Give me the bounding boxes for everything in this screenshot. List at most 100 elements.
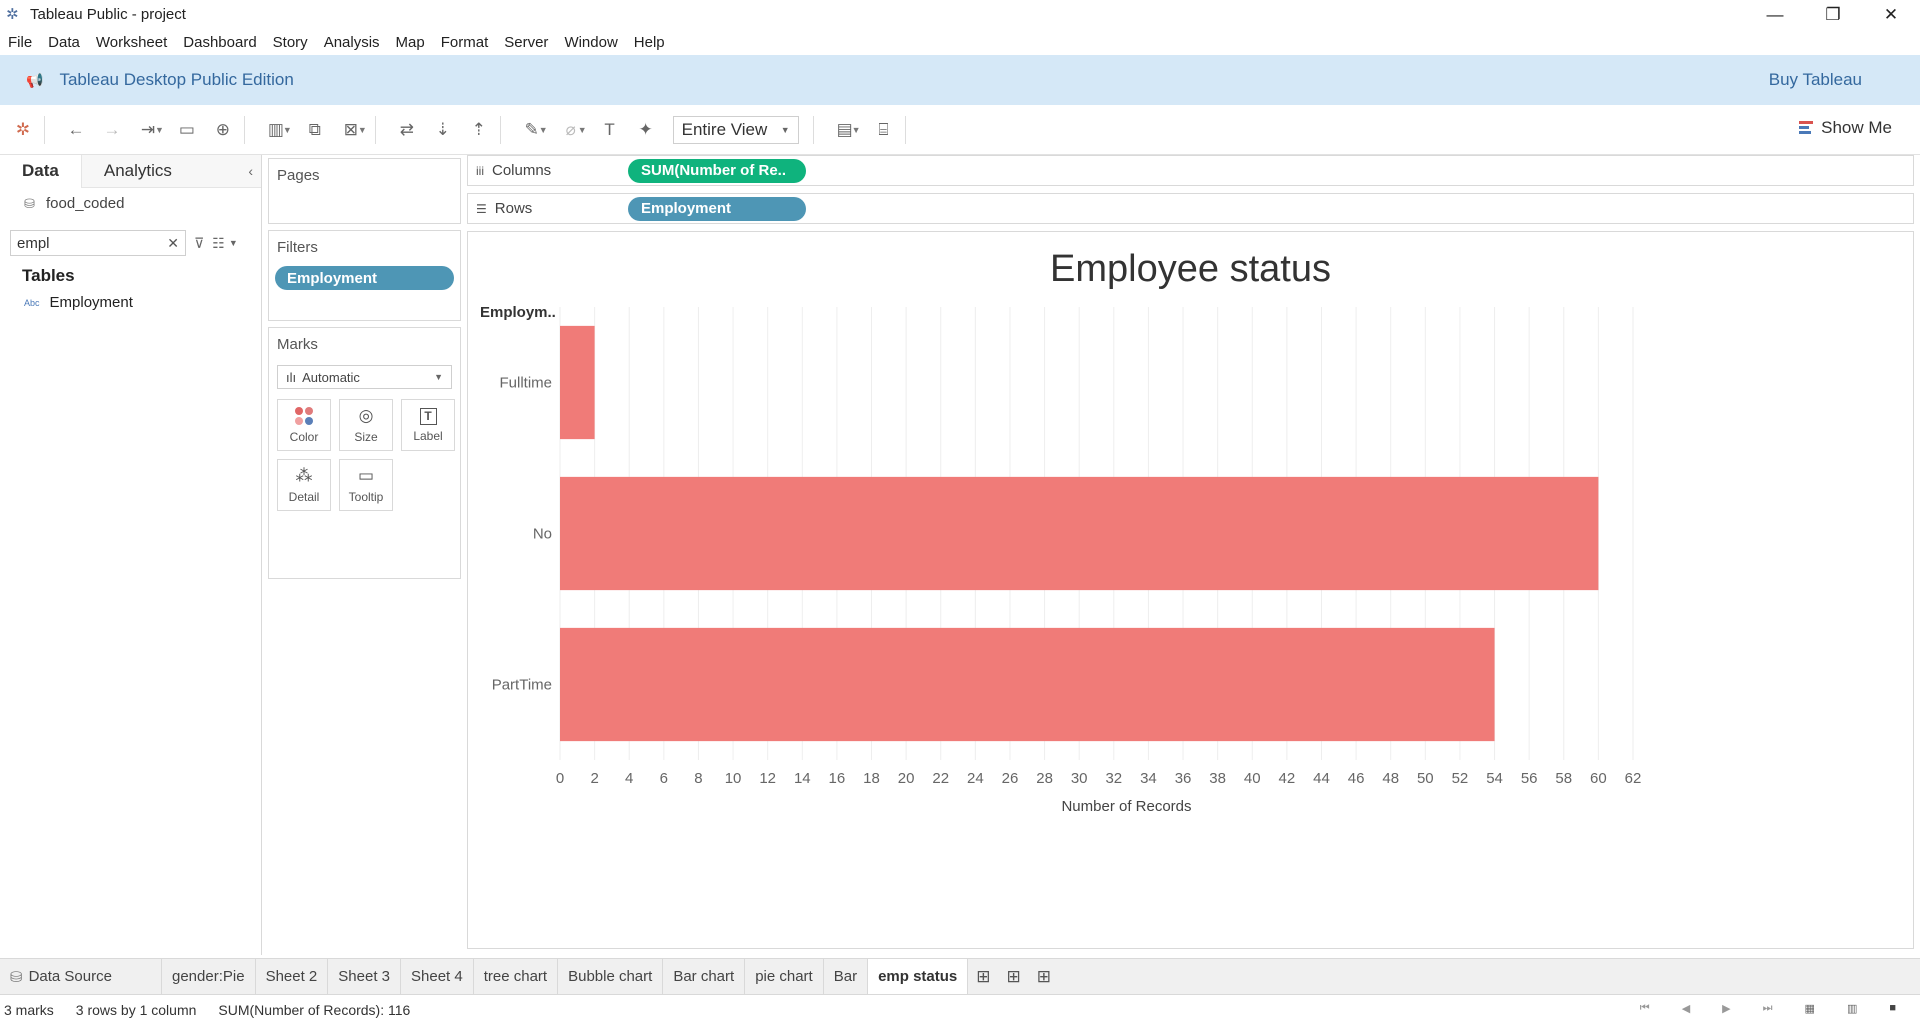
mark-type-dropdown[interactable]: ılı Automatic ▼ — [277, 365, 452, 389]
sheet-tab[interactable]: Bar — [824, 958, 869, 995]
view-fit-dropdown[interactable]: Entire View ▼ — [672, 115, 799, 144]
x-tick-label: 34 — [1140, 770, 1157, 787]
view-options-icon[interactable]: ☷ — [212, 235, 225, 252]
menu-file[interactable]: File — [0, 34, 40, 51]
minimize-button[interactable]: — — [1746, 0, 1804, 29]
status-sum: SUM(Number of Records): 116 — [218, 1001, 411, 1018]
sheet-sorter-icon[interactable]: ▦ — [1805, 1002, 1815, 1015]
x-tick-label: 36 — [1175, 770, 1192, 787]
menu-data[interactable]: Data — [40, 34, 88, 51]
columns-pill-sum-records[interactable]: SUM(Number of Re.. — [628, 158, 806, 183]
sheet-tab[interactable]: Bar chart — [663, 958, 746, 995]
x-tick-label: 46 — [1348, 770, 1365, 787]
clear-search-icon[interactable]: ✕ — [167, 235, 179, 252]
x-tick-label: 8 — [694, 770, 702, 787]
edition-label: Tableau Desktop Public Edition — [59, 70, 294, 89]
label-label: Label — [413, 428, 443, 443]
filter-icon[interactable]: ⊽ — [194, 235, 204, 252]
buy-tableau-link[interactable]: Buy Tableau — [1769, 70, 1862, 90]
edition-banner: 📢 Tableau Desktop Public Edition Buy Tab… — [0, 55, 1920, 105]
chevron-down-icon[interactable]: ▼ — [358, 125, 367, 135]
menu-help[interactable]: Help — [626, 34, 673, 51]
menu-window[interactable]: Window — [556, 34, 625, 51]
next-sheet-icon[interactable]: ▶ — [1722, 1002, 1730, 1015]
filters-card-title: Filters — [277, 239, 318, 256]
fix-axes-icon[interactable]: ✦ — [633, 117, 659, 143]
first-sheet-icon[interactable]: ⏮ — [1640, 1002, 1650, 1015]
chevron-down-icon[interactable]: ▼ — [229, 238, 238, 248]
save-icon[interactable]: ▭ — [174, 117, 200, 143]
tab-data-source[interactable]: ⛁ Data Source — [0, 958, 162, 995]
new-story-tab-icon[interactable]: ⊞ — [1037, 967, 1051, 987]
show-mark-labels-icon[interactable]: T — [597, 117, 623, 143]
detail-button[interactable]: ⁂ Detail — [277, 459, 331, 511]
pages-card-title: Pages — [277, 167, 320, 184]
menu-worksheet[interactable]: Worksheet — [88, 34, 175, 51]
menu-format[interactable]: Format — [433, 34, 497, 51]
sort-descending-icon[interactable]: ⇡ — [466, 117, 492, 143]
duplicate-sheet-icon[interactable]: ⧉ — [302, 117, 328, 143]
field-employment[interactable]: Abc Employment — [0, 294, 261, 311]
columns-shelf[interactable]: iii Columns SUM(Number of Re.. — [467, 155, 1914, 186]
menu-story[interactable]: Story — [265, 34, 316, 51]
sheet-tab[interactable]: Sheet 3 — [328, 958, 401, 995]
label-button[interactable]: T Label — [401, 399, 455, 451]
chevron-down-icon[interactable]: ▼ — [155, 125, 164, 135]
detail-label: Detail — [288, 490, 320, 504]
chevron-down-icon[interactable]: ▼ — [283, 125, 292, 135]
show-me-button[interactable]: Show Me — [1799, 118, 1892, 138]
menu-analysis[interactable]: Analysis — [316, 34, 388, 51]
datasource-item[interactable]: ⛁ food_coded — [0, 188, 261, 218]
tableau-start-icon[interactable]: ✲ — [10, 117, 36, 143]
rows-shelf[interactable]: ☰ Rows Employment — [467, 193, 1914, 224]
new-worksheet-tab-icon[interactable]: ⊞ — [976, 967, 990, 987]
filmstrip-icon[interactable]: ▥ — [1847, 1002, 1857, 1015]
tab-data[interactable]: Data — [0, 154, 82, 188]
chevron-down-icon[interactable]: ▼ — [539, 125, 548, 135]
category-label: Fulltime — [499, 375, 552, 392]
menu-map[interactable]: Map — [388, 34, 433, 51]
swap-rows-columns-icon[interactable]: ⇄ — [394, 117, 420, 143]
sheet-tab[interactable]: Bubble chart — [558, 958, 664, 995]
cards-column: Pages Filters Employment Marks ılı Automa… — [268, 158, 461, 585]
tabs-view-icon[interactable]: ■ — [1889, 1002, 1896, 1015]
size-button[interactable]: ◎ Size — [339, 399, 393, 451]
new-dashboard-tab-icon[interactable]: ⊞ — [1007, 967, 1021, 987]
close-button[interactable]: ✕ — [1862, 0, 1920, 29]
collapse-pane-icon[interactable]: ‹ — [248, 163, 253, 179]
field-search-value: empl — [17, 234, 50, 252]
x-tick-label: 54 — [1486, 770, 1503, 787]
chevron-down-icon[interactable]: ▼ — [578, 125, 587, 135]
undo-icon[interactable]: ← — [63, 117, 89, 143]
prev-sheet-icon[interactable]: ◀ — [1682, 1002, 1690, 1015]
chevron-down-icon[interactable]: ▼ — [852, 125, 861, 135]
restore-button[interactable]: ❐ — [1804, 0, 1862, 29]
sheet-tab[interactable]: gender:Pie — [162, 958, 256, 995]
rows-pill-employment[interactable]: Employment — [628, 196, 806, 221]
sort-ascending-icon[interactable]: ⇣ — [430, 117, 456, 143]
menu-server[interactable]: Server — [496, 34, 556, 51]
last-sheet-icon[interactable]: ⏭ — [1763, 1002, 1773, 1015]
filters-card[interactable]: Filters Employment — [268, 230, 461, 321]
redo-icon[interactable]: → — [99, 117, 125, 143]
sheet-tab[interactable]: Sheet 4 — [401, 958, 474, 995]
tooltip-button[interactable]: ▭ Tooltip — [339, 459, 393, 511]
x-tick-label: 2 — [590, 770, 598, 787]
category-label: PartTime — [492, 677, 552, 694]
new-datasource-icon[interactable]: ⊕ — [210, 117, 236, 143]
x-tick-label: 56 — [1521, 770, 1538, 787]
bar-chart-icon: ılı — [286, 369, 297, 385]
title-bar: ✲ Tableau Public - project — ❐ ✕ — [0, 0, 1920, 29]
tab-analytics[interactable]: Analytics — [81, 154, 261, 188]
sheet-tab[interactable]: emp status — [868, 958, 969, 995]
color-button[interactable]: Color — [277, 399, 331, 451]
field-search-input[interactable]: empl ✕ — [10, 230, 186, 256]
sheet-tab[interactable]: tree chart — [474, 958, 559, 995]
filter-pill-employment[interactable]: Employment — [275, 266, 454, 290]
sheet-tab[interactable]: Sheet 2 — [256, 958, 329, 995]
marks-card: Marks ılı Automatic ▼ Color ◎ Size T Labe… — [268, 327, 461, 579]
pages-card[interactable]: Pages — [268, 158, 461, 224]
sheet-tab[interactable]: pie chart — [745, 958, 824, 995]
presentation-mode-icon[interactable]: ⌸ — [871, 117, 897, 143]
menu-dashboard[interactable]: Dashboard — [175, 34, 264, 51]
